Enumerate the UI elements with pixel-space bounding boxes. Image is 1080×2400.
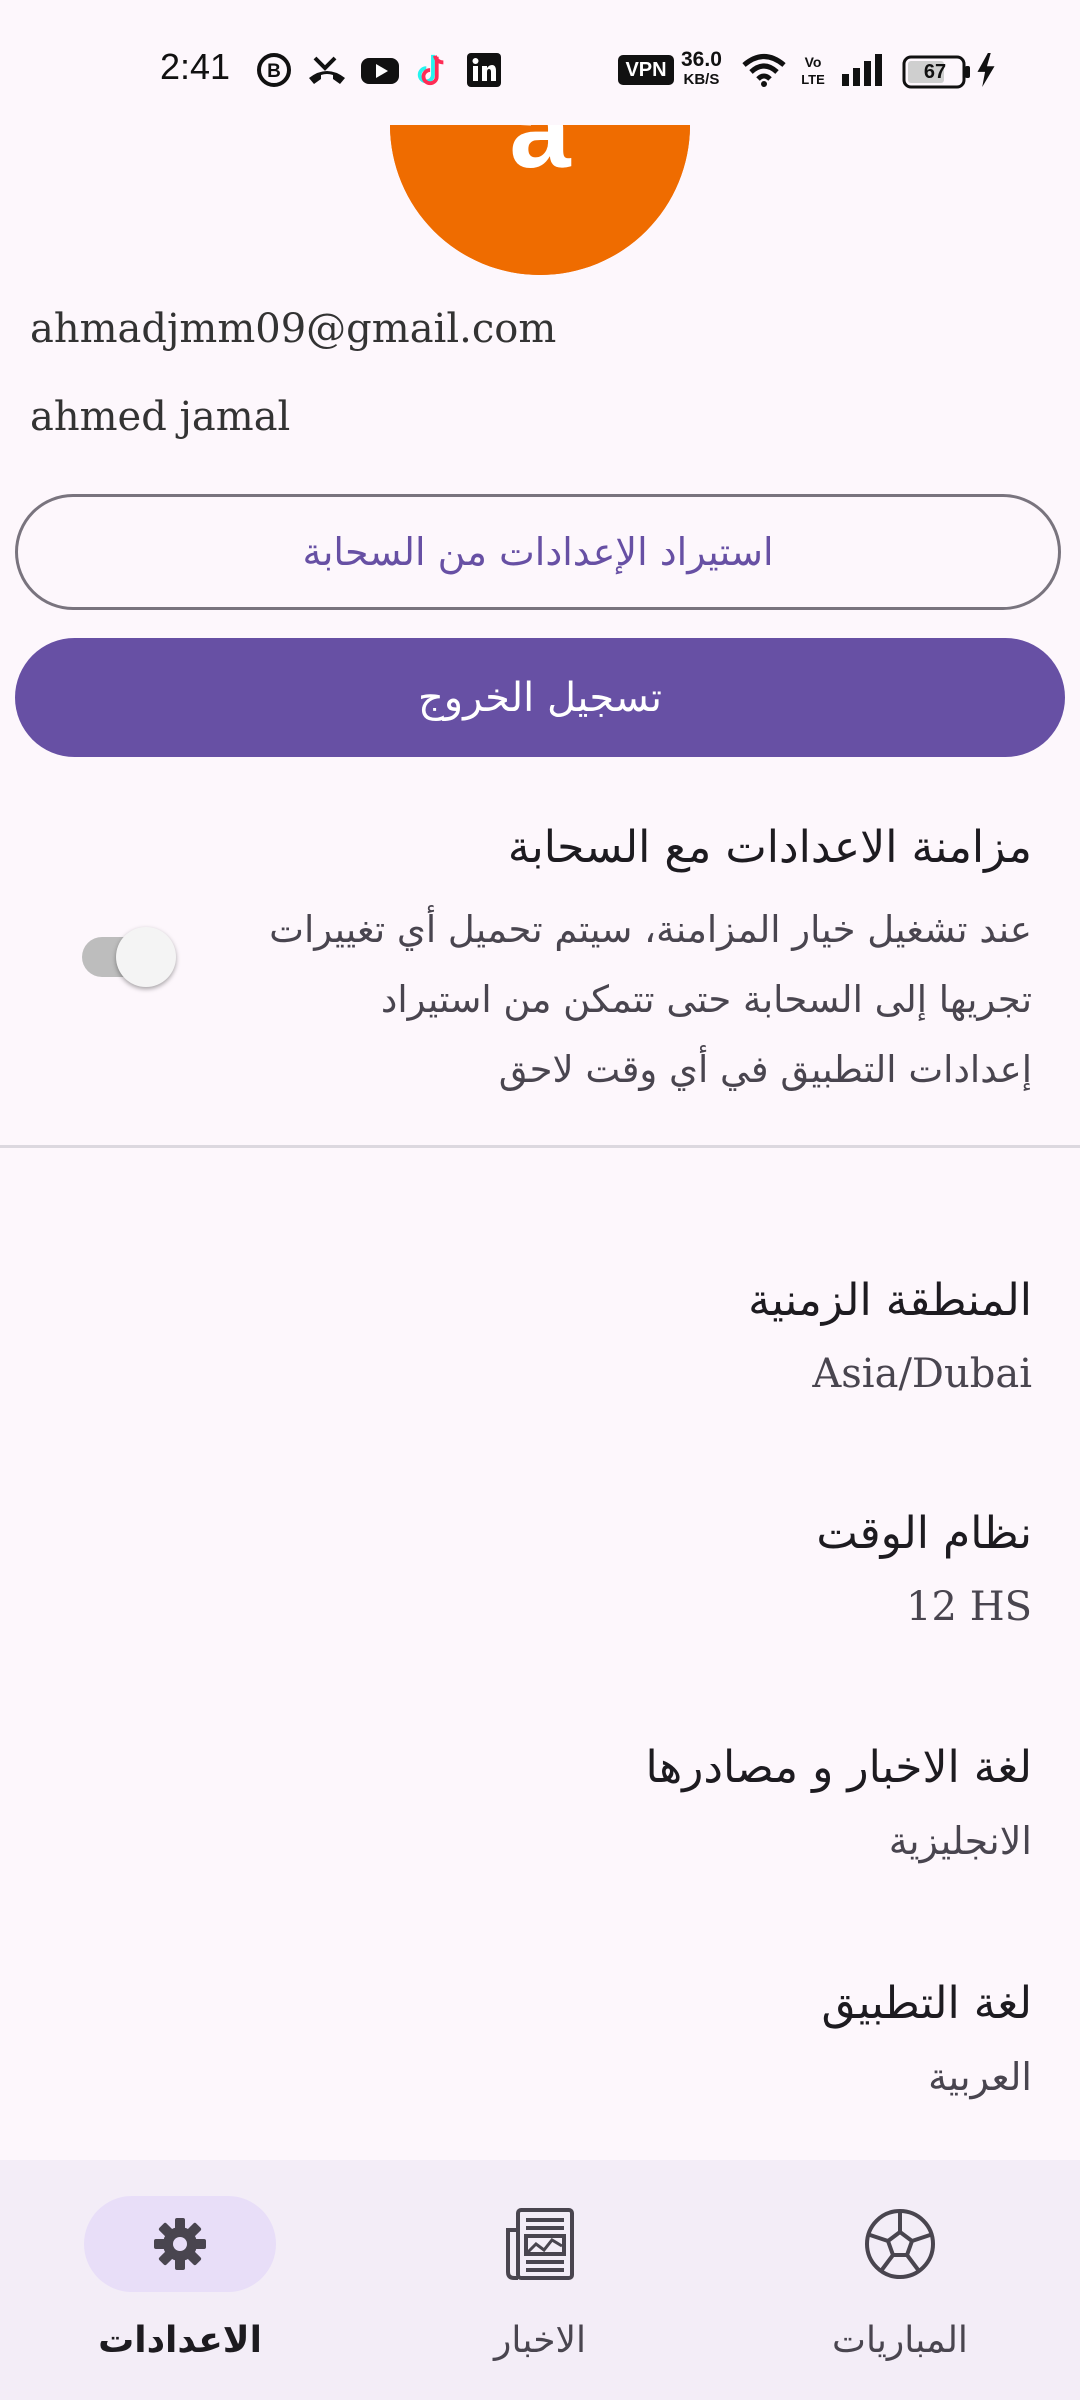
setting-time-format[interactable]: نظام الوقت 12 HS bbox=[132, 1506, 1032, 1632]
logout-label: تسجيل الخروج bbox=[417, 674, 663, 721]
gear-icon bbox=[154, 2218, 206, 2270]
import-settings-from-cloud-button[interactable]: استيراد الإعدادات من السحابة bbox=[15, 494, 1061, 610]
b-circle-icon: B bbox=[257, 53, 291, 87]
wifi-icon bbox=[742, 54, 786, 87]
toggle-thumb bbox=[116, 927, 176, 987]
net-speed-value: 36.0 bbox=[681, 48, 722, 71]
setting-timezone[interactable]: المنطقة الزمنية Asia/Dubai bbox=[132, 1273, 1032, 1399]
charging-icon bbox=[977, 52, 995, 88]
nav-item-matches[interactable]: المباريات bbox=[720, 2160, 1080, 2400]
logout-button[interactable]: تسجيل الخروج bbox=[15, 638, 1065, 757]
tiktok-icon bbox=[417, 54, 444, 86]
setting-title: المنطقة الزمنية bbox=[748, 1275, 1032, 1326]
divider bbox=[0, 1145, 1080, 1148]
avatar: a bbox=[390, 125, 690, 275]
setting-value: 12 HS bbox=[906, 1584, 1032, 1630]
account-email: ahmadjmm09@gmail.com bbox=[30, 306, 557, 352]
missed-call-icon bbox=[309, 56, 345, 84]
avatar-letter: a bbox=[509, 125, 571, 191]
signal-icon bbox=[842, 54, 882, 86]
linkedin-icon bbox=[467, 53, 501, 87]
volte-icon: Vo LTE bbox=[801, 54, 825, 87]
nav-icon-container bbox=[804, 2196, 996, 2292]
vpn-label: VPN bbox=[625, 59, 667, 81]
setting-title: لغة الاخبار و مصادرها bbox=[645, 1742, 1032, 1793]
nav-label-matches: المباريات bbox=[832, 2320, 968, 2361]
setting-value: العربية bbox=[928, 2055, 1032, 2099]
bottom-navigation: الاعدادات الاخبار المباريات bbox=[0, 2160, 1080, 2400]
nav-icon-container bbox=[444, 2196, 636, 2292]
youtube-icon bbox=[361, 58, 399, 84]
sync-title: مزامنة الاعدادات مع السحابة bbox=[507, 822, 1032, 873]
net-speed-unit: KB/S bbox=[683, 71, 720, 88]
setting-value: الانجليزية bbox=[888, 1819, 1032, 1863]
sync-description: عند تشغيل خيار المزامنة، سيتم تحميل أي ت… bbox=[269, 908, 1032, 1091]
nav-active-indicator bbox=[84, 2196, 276, 2292]
setting-title: لغة التطبيق bbox=[821, 1978, 1032, 2029]
nav-label-news: الاخبار bbox=[493, 2320, 586, 2361]
nav-item-settings[interactable]: الاعدادات bbox=[0, 2160, 360, 2400]
svg-text:B: B bbox=[267, 61, 281, 82]
newspaper-icon bbox=[506, 2208, 574, 2280]
import-settings-label: استيراد الإعدادات من السحابة bbox=[302, 530, 774, 574]
svg-text:Vo: Vo bbox=[805, 54, 822, 70]
nav-item-news[interactable]: الاخبار bbox=[360, 2160, 720, 2400]
setting-news-language[interactable]: لغة الاخبار و مصادرها الانجليزية bbox=[132, 1740, 1032, 1866]
battery-level: 67 bbox=[923, 61, 947, 83]
vpn-icon: VPN bbox=[618, 55, 674, 85]
soccer-ball-icon bbox=[865, 2209, 935, 2279]
nav-label-settings: الاعدادات bbox=[98, 2320, 262, 2361]
status-bar: 2:41 B VPN 36.0 KB/S Vo LTE 67 bbox=[0, 0, 1080, 120]
svg-text:LTE: LTE bbox=[801, 72, 825, 87]
net-speed: 36.0 KB/S bbox=[681, 48, 722, 90]
setting-value: Asia/Dubai bbox=[812, 1351, 1032, 1397]
setting-title: نظام الوقت bbox=[816, 1508, 1032, 1559]
status-time: 2:41 bbox=[160, 46, 231, 87]
sync-toggle[interactable] bbox=[80, 922, 180, 992]
account-name: ahmed jamal bbox=[30, 394, 291, 440]
setting-app-language[interactable]: لغة التطبيق العربية bbox=[132, 1976, 1032, 2102]
